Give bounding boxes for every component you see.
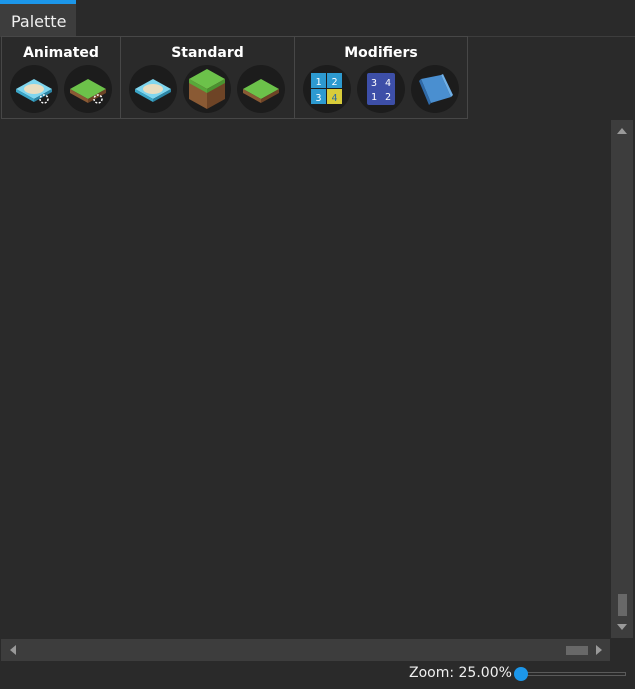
animated-grass-tile-icon	[70, 79, 106, 104]
slope-modifier-button[interactable]	[411, 65, 459, 113]
scroll-left-icon[interactable]	[10, 645, 16, 655]
group-title: Animated	[23, 45, 99, 61]
grass-block-button[interactable]	[183, 65, 231, 113]
active-tab-indicator	[0, 0, 76, 4]
svg-text:4: 4	[331, 93, 337, 104]
zoom-label: Zoom: 25.00%	[409, 665, 512, 681]
group-title: Modifiers	[344, 45, 418, 61]
palette-canvas[interactable]	[1, 120, 610, 638]
animated-water-tile-icon	[16, 79, 52, 104]
group-modifiers: Modifiers 1 2 3 4 3 4 1 2	[295, 36, 468, 119]
scroll-up-icon[interactable]	[617, 128, 627, 134]
status-bar: Zoom: 25.00%	[0, 661, 635, 689]
number-order-modifier-icon: 1 2 3 4	[311, 73, 342, 104]
scrollbar-corner	[611, 639, 633, 661]
number-swap-modifier-icon: 3 4 1 2	[367, 73, 395, 105]
water-tile-button[interactable]	[129, 65, 177, 113]
zoom-slider-knob[interactable]	[514, 667, 528, 681]
group-title: Standard	[171, 45, 244, 61]
water-tile-icon	[135, 79, 171, 102]
flat-grass-tile-button[interactable]	[237, 65, 285, 113]
group-standard: Standard	[121, 36, 295, 119]
group-animated: Animated	[1, 36, 121, 119]
grass-block-icon	[189, 69, 225, 109]
scroll-right-icon[interactable]	[596, 645, 602, 655]
palette-toolbar: Animated Standard Modifiers 1 2 3 4 3 4 …	[1, 36, 468, 120]
svg-text:2: 2	[385, 92, 391, 103]
svg-text:4: 4	[385, 78, 391, 89]
svg-text:2: 2	[331, 77, 337, 88]
flat-grass-tile-icon	[243, 79, 279, 103]
number-swap-modifier-button[interactable]: 3 4 1 2	[357, 65, 405, 113]
vertical-scrollbar[interactable]	[611, 120, 633, 638]
svg-text:1: 1	[371, 92, 377, 103]
vertical-scroll-thumb[interactable]	[618, 594, 627, 616]
scroll-down-icon[interactable]	[617, 624, 627, 630]
animated-water-tile-button[interactable]	[10, 65, 58, 113]
svg-text:3: 3	[315, 93, 321, 104]
svg-text:3: 3	[371, 78, 377, 89]
animated-grass-tile-button[interactable]	[64, 65, 112, 113]
horizontal-scroll-thumb[interactable]	[566, 646, 588, 655]
zoom-slider[interactable]	[514, 667, 626, 681]
horizontal-scrollbar[interactable]	[1, 639, 610, 661]
slope-modifier-icon	[419, 74, 453, 105]
svg-text:1: 1	[315, 77, 321, 88]
zoom-slider-track[interactable]	[518, 672, 626, 676]
number-order-modifier-button[interactable]: 1 2 3 4	[303, 65, 351, 113]
tab-palette[interactable]: Palette	[0, 0, 76, 36]
tab-palette-label: Palette	[11, 12, 67, 31]
